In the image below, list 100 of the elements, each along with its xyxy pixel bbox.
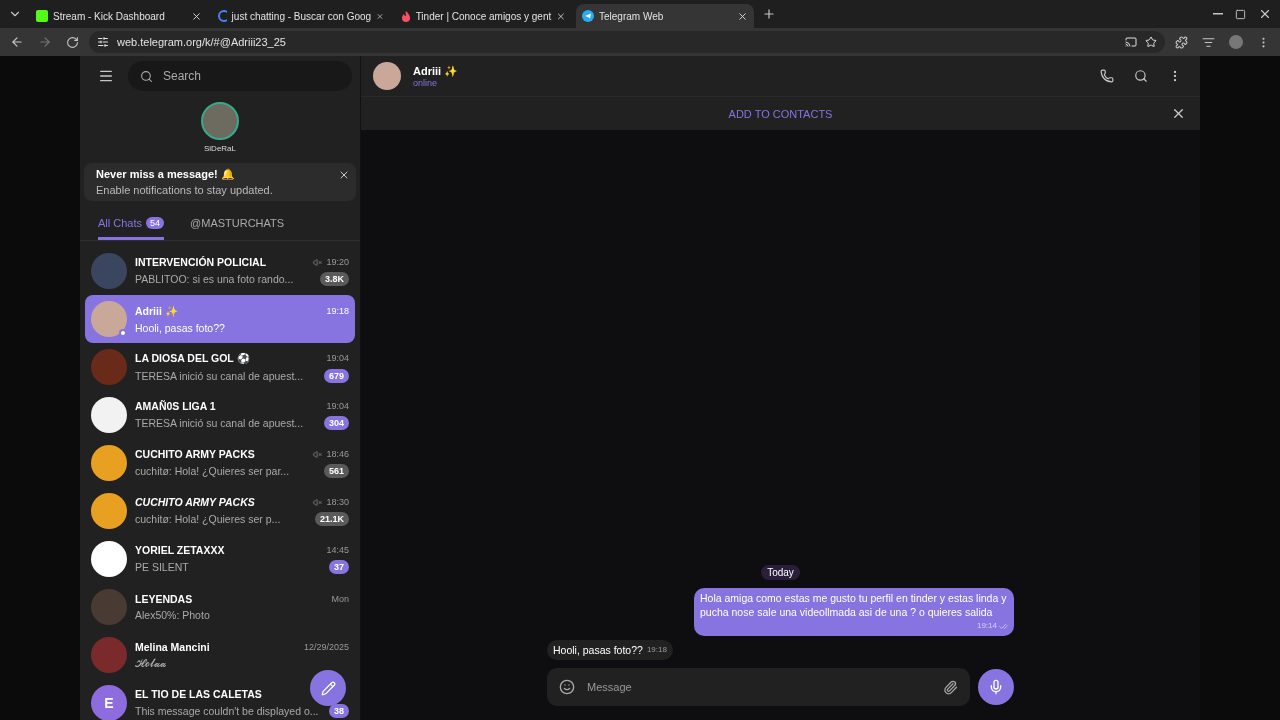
chat-preview: 𝓗𝓸𝓵𝓪𝓪	[135, 656, 167, 670]
unread-count: 37	[329, 560, 349, 574]
chat-time: 18:46	[326, 449, 349, 459]
chat-name: LA DIOSA DEL GOL ⚽	[135, 351, 251, 365]
close-icon	[338, 169, 350, 181]
unread-count: 3.8K	[320, 272, 349, 286]
unread-count: 21.1K	[314, 512, 349, 526]
muted-icon	[313, 257, 323, 267]
chat-name: CUCHITO ARMY PACKS	[135, 496, 256, 508]
chat-row[interactable]: LEYENDAS Mon Alex50%: Photo	[85, 583, 355, 631]
chat-time: 19:20	[326, 257, 349, 267]
chat-row[interactable]: YORIEL ZETAXXX 14:45 PE SILENT 37	[85, 535, 355, 583]
message-time: 19:18	[646, 644, 667, 656]
close-button[interactable]	[338, 169, 350, 181]
profile-avatar[interactable]	[201, 102, 239, 140]
chat-row[interactable]: INTERVENCIÓN POLICIAL 19:20 PABLITOO: si es una foto rando... 3.8K	[85, 247, 355, 295]
search-icon	[140, 69, 153, 83]
plus-icon	[762, 7, 776, 21]
chat-avatar	[91, 637, 127, 673]
message-text: Hola amiga como estas me gusto tu perfil en tinder y estas linda y pucha nose sale una videollmada asi de una ? o quieres salida	[700, 591, 1008, 619]
microphone-button[interactable]	[978, 669, 1014, 705]
pencil-icon	[320, 680, 336, 696]
flame-icon	[400, 10, 411, 22]
cast-icon[interactable]	[1125, 36, 1137, 48]
unread-count: 54	[146, 217, 165, 229]
microphone-icon	[988, 679, 1004, 695]
chat-preview: cuchitø: Hola! ¿Quieres ser par...	[135, 465, 291, 477]
avatar-icon	[1229, 35, 1243, 49]
compose-button[interactable]	[310, 670, 346, 706]
chat-row[interactable]: CUCHITO ARMY PACKS 18:30 cuchitø: Hola! ¿Quieres ser p... 21.1K	[85, 487, 355, 535]
chat-preview: Hooli, pasas foto??	[135, 321, 226, 334]
folder-tab[interactable]: @MASTURCHATS	[190, 211, 285, 240]
chat-time: 12/29/2025	[303, 641, 349, 652]
contact-name: Adriii ✨	[413, 64, 460, 78]
menu-icon	[98, 68, 114, 84]
contact-status: online	[413, 77, 439, 88]
chat-name: CUCHITO ARMY PACKS	[135, 448, 256, 460]
puzzle-icon	[1175, 35, 1188, 49]
muted-icon	[313, 449, 323, 459]
maximize-icon	[1235, 8, 1246, 20]
chat-time: 19:04	[326, 353, 349, 363]
muted-icon	[313, 497, 323, 507]
paper-plane-logo-icon	[582, 10, 594, 22]
browser-tab[interactable]: just chatting - Buscar con Goog	[212, 4, 390, 28]
date-chip: Today	[761, 565, 800, 580]
folder-tab[interactable]: All Chats 54	[98, 211, 165, 240]
contact-avatar[interactable]	[373, 62, 401, 90]
chat-preview: Alex50%: Photo	[135, 609, 211, 621]
add-to-contacts-button[interactable]: ADD TO CONTACTS	[722, 106, 839, 121]
browser-tab[interactable]: Telegram Web	[576, 4, 754, 28]
chat-row[interactable]: LA DIOSA DEL GOL ⚽ 19:04 TERESA inició su canal de apuest... 679	[85, 343, 355, 391]
chat-name: AMAÑ0S LIGA 1	[135, 400, 217, 412]
search-field[interactable]: Search	[128, 61, 352, 91]
chat-row[interactable]: AMAÑ0S LIGA 1 19:04 TERESA inició su canal de apuest... 304	[85, 391, 355, 439]
bookmark-star-icon[interactable]	[1145, 36, 1157, 48]
message-field[interactable]: Message	[585, 680, 933, 694]
close-icon[interactable]	[191, 10, 202, 22]
close-icon	[1171, 106, 1186, 121]
chat-avatar	[91, 541, 127, 577]
browser-tab[interactable]: Tinder | Conoce amigos y gent	[394, 4, 572, 28]
chat-row[interactable]: Melina Mancini 12/29/2025 𝓗𝓸𝓵𝓪𝓪	[85, 631, 355, 679]
chat-avatar	[91, 253, 127, 289]
address-bar[interactable]: web.telegram.org/k/#@Adriii23_25	[89, 31, 1165, 53]
chat-avatar	[91, 445, 127, 481]
site-settings-icon[interactable]	[97, 36, 109, 48]
chat-name: Adriii ✨	[135, 304, 179, 318]
folder-label: All Chats	[98, 217, 143, 229]
search-field[interactable]: Search	[161, 68, 340, 84]
profile-name: SiDeRaL	[204, 144, 236, 153]
close-icon	[1258, 7, 1272, 21]
close-icon[interactable]	[556, 10, 566, 22]
close-icon[interactable]	[737, 10, 748, 22]
chat-preview: TERESA inició su canal de apuest...	[135, 417, 305, 429]
unread-count: 304	[323, 416, 349, 430]
chat-time: 14:45	[326, 545, 349, 555]
chat-avatar	[91, 493, 127, 529]
chat-row[interactable]: Adriii ✨ 19:18 Hooli, pasas foto??	[85, 295, 355, 343]
reload-icon	[66, 35, 79, 49]
lines-icon	[1202, 35, 1215, 49]
chat-time: 19:04	[326, 401, 349, 411]
search-icon	[1134, 69, 1148, 83]
chat-name: INTERVENCIÓN POLICIAL	[135, 256, 268, 268]
chat-row[interactable]: CUCHITO ARMY PACKS 18:46 cuchitø: Hola! ¿Quieres ser par... 561	[85, 439, 355, 487]
chat-preview: TERESA inició su canal de apuest...	[135, 369, 305, 382]
chat-time: Mon	[331, 594, 349, 604]
browser-tab[interactable]: Stream - Kick Dashboard	[30, 4, 208, 28]
chat-avatar	[91, 397, 127, 433]
message-field[interactable]: Message	[547, 668, 970, 706]
phone-icon	[1100, 69, 1114, 83]
chat-avatar	[91, 589, 127, 625]
chat-avatar	[91, 349, 127, 385]
avatar-initial: E	[104, 695, 114, 711]
message-time: 19:14	[976, 619, 1008, 633]
close-button[interactable]	[1171, 106, 1186, 121]
notice-text: Enable notifications to stay updated.	[96, 184, 274, 196]
folder-label: @MASTURCHATS	[190, 217, 285, 229]
emoji-icon[interactable]	[559, 679, 575, 695]
chat-preview: PABLITOO: si es una foto rando...	[135, 273, 295, 285]
attach-icon[interactable]	[943, 679, 958, 695]
chat-name: YORIEL ZETAXXX	[135, 544, 226, 556]
